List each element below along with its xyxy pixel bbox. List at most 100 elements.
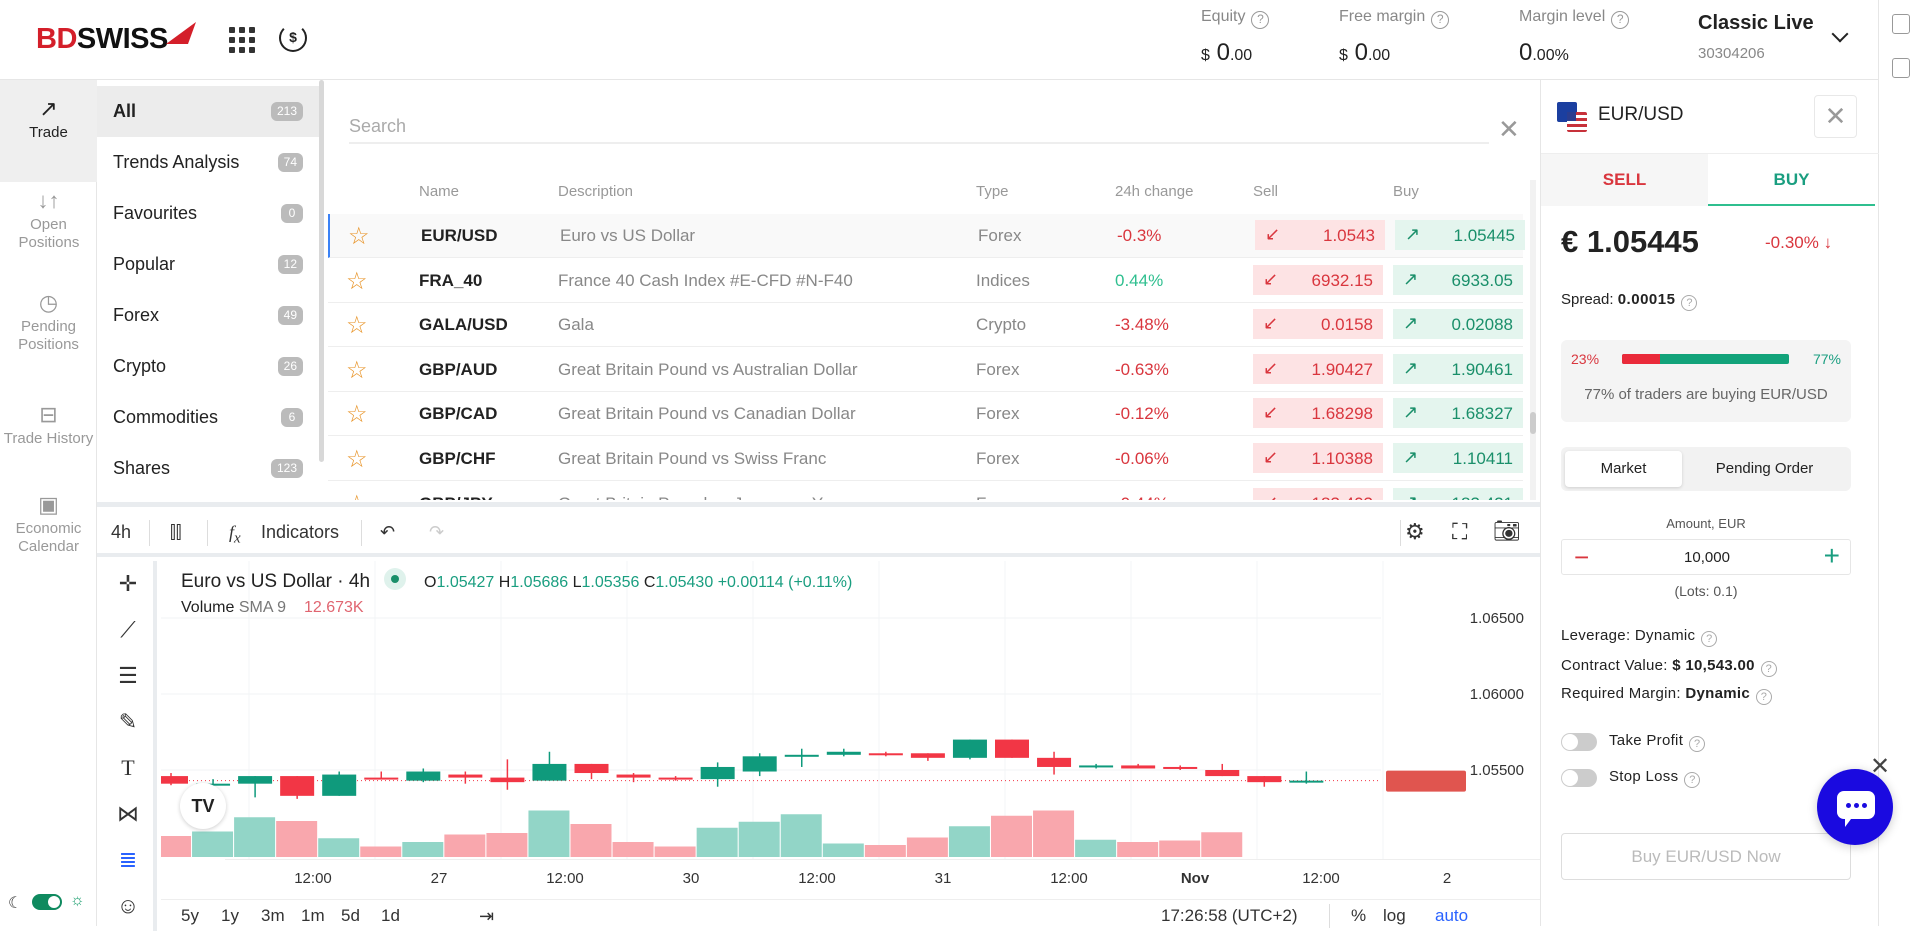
pattern-icon[interactable]: ⋈ xyxy=(112,801,144,833)
star-icon[interactable]: ☆ xyxy=(348,222,370,251)
sell-tab[interactable]: SELL xyxy=(1541,154,1708,206)
candles-icon[interactable]: ⫿⫿ xyxy=(170,522,182,543)
help-icon[interactable]: ? xyxy=(1431,11,1450,29)
theme-switch[interactable]: ☾ ☼ xyxy=(8,892,88,913)
buy-price-button[interactable]: ↗ 1.05445 xyxy=(1395,220,1525,250)
pending-order-tab[interactable]: Pending Order xyxy=(1682,451,1847,487)
category-scrollbar[interactable] xyxy=(319,80,324,462)
range-button-1y[interactable]: 1y xyxy=(221,906,239,926)
market-row[interactable]: ☆ GBP/JPY Great Britain Pound vs Japanese … xyxy=(328,482,1523,500)
buy-price-button[interactable]: ↗183.421 xyxy=(1393,487,1523,500)
sell-price-button[interactable]: ↙183.403 xyxy=(1253,487,1383,500)
star-icon[interactable]: ☆ xyxy=(346,445,368,474)
apps-grid-icon[interactable] xyxy=(229,27,255,53)
range-button-3m[interactable]: 3m xyxy=(261,906,285,926)
fullscreen-icon[interactable]: ⛶ xyxy=(1452,519,1467,545)
percent-scale-button[interactable]: % xyxy=(1351,906,1366,926)
nav-trade-history[interactable]: ⊟ Trade History xyxy=(0,404,97,466)
category-shares[interactable]: Shares 123 xyxy=(97,443,319,494)
help-icon[interactable]: ? xyxy=(1760,661,1777,677)
bdswiss-logo[interactable]: BDSWISS xyxy=(36,22,196,56)
buy-price-button[interactable]: ↗ 1.90461 xyxy=(1393,353,1523,384)
category-favourites[interactable]: Favourites 0 xyxy=(97,188,319,239)
market-row[interactable]: ☆ GBP/CAD Great Britain Pound vs Canadian … xyxy=(328,392,1523,437)
chevron-down-icon[interactable] xyxy=(1831,25,1849,43)
market-order-tab[interactable]: Market xyxy=(1565,451,1682,487)
market-row[interactable]: ☆ GBP/AUD Great Britain Pound vs Australia… xyxy=(328,348,1523,392)
indicators-button[interactable]: Indicators xyxy=(261,522,339,543)
help-icon[interactable]: ? xyxy=(1251,11,1270,29)
help-icon[interactable]: ? xyxy=(1755,689,1772,705)
theme-toggle[interactable] xyxy=(32,894,62,910)
category-crypto[interactable]: Crypto 26 xyxy=(97,341,319,392)
calendar-icon[interactable] xyxy=(1892,58,1910,78)
buy-price-button[interactable]: ↗ 1.10411 xyxy=(1393,443,1523,473)
buy-price-button[interactable]: ↗ 6933.05 xyxy=(1393,264,1523,295)
chat-close-icon[interactable]: ✕ xyxy=(1870,752,1890,781)
range-button-5d[interactable]: 5d xyxy=(341,906,360,926)
price-chart[interactable]: 1.06500 1.06000 1.05500 1.05430 12:00 27 12:0… xyxy=(161,561,1604,931)
help-icon[interactable]: ? xyxy=(1689,736,1706,752)
market-row[interactable]: ☆ EUR/USD Euro vs US Dollar Forex -0.3% ↙ 1.05… xyxy=(328,214,1525,258)
category-commodities[interactable]: Commodities 6 xyxy=(97,392,319,443)
help-icon[interactable]: ? xyxy=(1611,11,1630,29)
nav-trade[interactable]: ↗ Trade xyxy=(0,80,97,182)
stop-loss-toggle[interactable] xyxy=(1561,769,1597,787)
market-scrollbar[interactable] xyxy=(1530,180,1536,500)
nav-pending-positions[interactable]: ◷ Pending Positions xyxy=(0,292,97,374)
sell-price-button[interactable]: ↙ 6932.15 xyxy=(1253,264,1383,295)
crosshair-icon[interactable]: ✛ xyxy=(112,571,144,603)
time-axis[interactable]: 12:00 27 12:00 30 12:00 31 12:00 Nov 12:00 2 xyxy=(225,859,1604,899)
deposit-dollar-icon[interactable]: $ xyxy=(279,24,307,52)
account-selector[interactable]: Classic Live 30304206 xyxy=(1698,12,1814,62)
market-row[interactable]: ☆ GALA/USD Gala Crypto -3.48% ↙ 0.0158 ↗ 0.02088 xyxy=(328,303,1523,348)
nav-open-positions[interactable]: ↓↑ Open Positions xyxy=(0,190,97,272)
sell-price-button[interactable]: ↙ 1.0543 xyxy=(1255,220,1385,250)
candlestick-svg[interactable]: 1.065001.060001.055001.05430 xyxy=(161,561,1540,859)
sell-price-button[interactable]: ↙ 0.0158 xyxy=(1253,309,1383,340)
amount-input[interactable]: 10,000 xyxy=(1562,549,1852,566)
undo-icon[interactable]: ↶ xyxy=(380,522,395,543)
camera-icon[interactable]: 📷︎ xyxy=(1493,518,1521,544)
fib-lines-icon[interactable]: ☰ xyxy=(112,663,144,695)
star-icon[interactable]: ☆ xyxy=(346,267,368,296)
settings-gear-icon[interactable]: ⚙ xyxy=(1405,519,1425,545)
news-icon[interactable] xyxy=(1892,14,1910,34)
buy-price-button[interactable]: ↗ 0.02088 xyxy=(1393,309,1523,340)
help-icon[interactable]: ? xyxy=(1681,295,1698,311)
help-icon[interactable]: ? xyxy=(1684,772,1701,788)
measure-icon[interactable]: ≣ xyxy=(112,847,144,879)
brush-icon[interactable]: ✎ xyxy=(112,709,144,741)
log-scale-button[interactable]: log xyxy=(1383,906,1406,926)
range-button-1d[interactable]: 1d xyxy=(381,906,400,926)
star-icon[interactable]: ☆ xyxy=(346,356,368,385)
star-icon[interactable]: ☆ xyxy=(346,490,368,500)
buy-tab[interactable]: BUY xyxy=(1708,154,1875,206)
tradingview-logo[interactable]: TV xyxy=(180,783,226,829)
category-popular[interactable]: Popular 12 xyxy=(97,239,319,290)
buy-price-button[interactable]: ↗ 1.68327 xyxy=(1393,398,1523,429)
nav-economic-calendar[interactable]: ▣ Economic Calendar xyxy=(0,494,97,576)
fx-icon[interactable]: fx xyxy=(229,522,241,548)
buy-now-button[interactable]: Buy EUR/USD Now xyxy=(1561,833,1851,880)
trendline-icon[interactable]: ⟋ xyxy=(112,617,144,649)
interval-button[interactable]: 4h xyxy=(111,522,131,543)
plus-icon[interactable]: + xyxy=(1824,540,1840,572)
category-all[interactable]: All 213 xyxy=(97,86,319,137)
sell-price-button[interactable]: ↙ 1.10388 xyxy=(1253,443,1383,473)
text-tool-icon[interactable]: T xyxy=(112,755,144,787)
help-icon[interactable]: ? xyxy=(1701,631,1718,647)
redo-icon[interactable]: ↷ xyxy=(429,522,444,543)
range-button-1m[interactable]: 1m xyxy=(301,906,325,926)
auto-scale-button[interactable]: auto xyxy=(1435,906,1468,926)
star-icon[interactable]: ☆ xyxy=(346,311,368,340)
close-panel-button[interactable]: ✕ xyxy=(1814,95,1857,138)
sell-price-button[interactable]: ↙ 1.68298 xyxy=(1253,398,1383,429)
star-icon[interactable]: ☆ xyxy=(346,400,368,429)
emoji-icon[interactable]: ☺ xyxy=(112,893,144,925)
take-profit-toggle[interactable] xyxy=(1561,733,1597,751)
goto-date-icon[interactable]: ⇥ xyxy=(479,906,494,927)
category-trends-analysis[interactable]: Trends Analysis 74 xyxy=(97,137,319,188)
range-button-5y[interactable]: 5y xyxy=(181,906,199,926)
market-row[interactable]: ☆ GBP/CHF Great Britain Pound vs Swiss Fra… xyxy=(328,437,1523,481)
